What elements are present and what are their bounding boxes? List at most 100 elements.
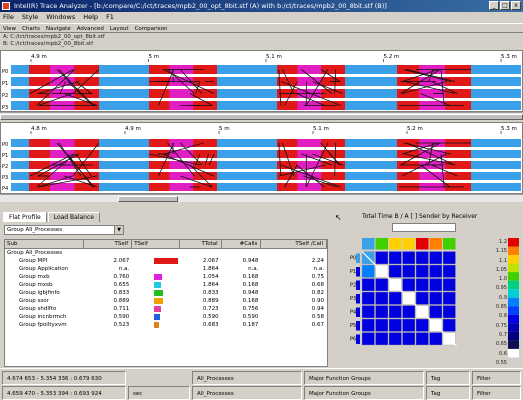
timeline-bottom-scrollbar[interactable] (0, 194, 523, 202)
send-segment[interactable] (50, 139, 75, 147)
toolbar-charts[interactable]: Charts (22, 24, 40, 32)
function-groups-2[interactable]: Major Function Groups (304, 386, 424, 400)
matrix-cell[interactable] (388, 332, 402, 346)
matrix-cell[interactable] (429, 291, 443, 305)
matrix-cell[interactable] (429, 332, 443, 346)
menu-help[interactable]: Help (83, 12, 98, 23)
matrix-cell[interactable] (415, 332, 429, 346)
toolbar-comparison[interactable]: Comparison (135, 24, 168, 32)
table-row[interactable]: Group mxb 0.760 1.054 0.168 0.75 (5, 273, 327, 281)
send-segment[interactable] (297, 183, 322, 191)
function-groups-1[interactable]: Major Function Groups (304, 371, 424, 385)
tab-load-balance[interactable]: Load Balance (47, 212, 100, 222)
col-calls[interactable]: #Calls (222, 240, 262, 248)
matrix-cell[interactable] (415, 264, 429, 278)
col-tself-per-call[interactable]: TSelf /Call (261, 240, 327, 248)
matrix-cell[interactable] (402, 278, 416, 292)
tag-2[interactable]: Tag (426, 386, 470, 400)
send-segment[interactable] (50, 150, 75, 158)
table-row[interactable]: Group mxsb 0.655 1.864 0.168 0.68 (5, 281, 327, 289)
matrix-cell[interactable] (429, 278, 443, 292)
send-segment[interactable] (169, 89, 194, 98)
table-row[interactable]: Group All_Processes (5, 249, 327, 257)
matrix-cell[interactable] (361, 318, 375, 332)
table-row[interactable]: Group lgbjfinfo 0.833 0.833 0.948 0.82 (5, 289, 327, 297)
send-segment[interactable] (297, 161, 322, 169)
matrix-cell[interactable] (429, 305, 443, 319)
menu-f1[interactable]: F1 (106, 12, 114, 23)
matrix-cell[interactable] (402, 332, 416, 346)
scroll-thumb[interactable] (118, 196, 178, 202)
table-row[interactable]: Group Application n.a. 1.864 n.a. n.a. (5, 265, 327, 273)
matrix-cell[interactable] (388, 264, 402, 278)
matrix-cell[interactable] (375, 318, 389, 332)
send-segment[interactable] (297, 65, 322, 74)
timeline-top-scrollbar[interactable] (0, 112, 523, 120)
matrix-pin-icon[interactable]: ↖ (335, 213, 342, 222)
matrix-cell[interactable] (415, 318, 429, 332)
matrix-cell[interactable] (361, 332, 375, 346)
matrix-cell[interactable] (402, 305, 416, 319)
toolbar-navigate[interactable]: Navigate (46, 24, 71, 32)
table-row[interactable]: Group incnbrmch 0.590 0.590 0.590 0.58 (5, 313, 327, 321)
process-group-2[interactable]: All_Processes (192, 386, 302, 400)
timeline-top-canvas[interactable]: 4.9 m 5 m 5.1 m 5.2 m 5.3 m P0 P1 P2 P3 (1, 51, 523, 112)
table-row[interactable]: Group MPI 2.067 2.067 0.948 2.24 (5, 257, 327, 265)
menu-style[interactable]: Style (22, 12, 38, 23)
matrix-cell[interactable] (361, 291, 375, 305)
matrix-cell[interactable] (388, 291, 402, 305)
menu-windows[interactable]: Windows (46, 12, 75, 23)
toolbar-layout[interactable]: Layout (110, 24, 129, 32)
matrix-cell[interactable] (388, 318, 402, 332)
matrix-cell[interactable] (429, 251, 443, 265)
matrix-cell[interactable] (402, 264, 416, 278)
table-row[interactable]: Group ssor 0.889 0.889 0.168 0.90 (5, 297, 327, 305)
col-name[interactable]: Sub (5, 240, 85, 248)
process-group-1[interactable]: All_Processes (192, 371, 302, 385)
matrix-cell[interactable] (415, 291, 429, 305)
matrix-cell[interactable] (388, 305, 402, 319)
matrix-cell[interactable] (361, 305, 375, 319)
tab-flat-profile[interactable]: Flat Profile (3, 212, 47, 222)
chevron-down-icon[interactable]: ▼ (114, 226, 123, 234)
send-segment[interactable] (297, 139, 322, 147)
matrix-cell[interactable] (375, 305, 389, 319)
time-unit[interactable]: sec (128, 386, 190, 400)
matrix-cell[interactable] (361, 278, 375, 292)
timeline-bottom-canvas[interactable]: 4.8 m 4.9 m 5 m 5.1 m 5.2 m 5.3 m P0 P1 P2 P3 P4 (1, 123, 523, 194)
matrix-cell[interactable] (442, 291, 456, 305)
minimize-button[interactable]: _ (489, 1, 499, 10)
matrix-cell[interactable] (429, 264, 443, 278)
matrix-cell[interactable] (388, 251, 402, 265)
matrix-cell[interactable] (402, 251, 416, 265)
matrix-grid[interactable]: P0 P1 P2 P3 P4 P5 P6 (332, 236, 482, 366)
event-timeline-top[interactable]: 4.9 m 5 m 5.1 m 5.2 m 5.3 m P0 P1 P2 P3 (0, 50, 523, 112)
matrix-cell[interactable] (442, 264, 456, 278)
matrix-cell[interactable] (442, 278, 456, 292)
send-segment[interactable] (297, 77, 322, 86)
matrix-cell[interactable] (361, 264, 375, 278)
close-button[interactable]: x (511, 1, 521, 10)
matrix-cell[interactable] (375, 278, 389, 292)
matrix-cell[interactable] (402, 318, 416, 332)
matrix-cell[interactable] (375, 291, 389, 305)
matrix-cell[interactable] (375, 251, 389, 265)
table-row[interactable]: Group fpoiltyxvm 0.523 0.683 0.187 0.67 (5, 321, 327, 329)
menu-file[interactable]: File (3, 12, 14, 23)
send-segment[interactable] (50, 172, 75, 180)
matrix-cell[interactable] (442, 305, 456, 319)
col-ttotal[interactable]: TTotal (180, 240, 222, 248)
filter-1[interactable]: Filter (472, 371, 521, 385)
tag-1[interactable]: Tag (426, 371, 470, 385)
send-segment[interactable] (169, 183, 194, 191)
group-select[interactable]: Group All_Processes ▼ (4, 225, 124, 235)
matrix-cell[interactable] (415, 251, 429, 265)
matrix-cell[interactable] (442, 251, 456, 265)
toolbar-view[interactable]: View (3, 24, 16, 32)
filter-2[interactable]: Filter (472, 386, 521, 400)
matrix-cell[interactable] (442, 318, 456, 332)
toolbar-advanced[interactable]: Advanced (77, 24, 104, 32)
event-timeline-bottom[interactable]: 4.8 m 4.9 m 5 m 5.1 m 5.2 m 5.3 m P0 P1 P2 P3 P4 (0, 122, 523, 194)
col-tself-bar[interactable]: TSelf (132, 240, 180, 248)
matrix-cell[interactable] (415, 278, 429, 292)
